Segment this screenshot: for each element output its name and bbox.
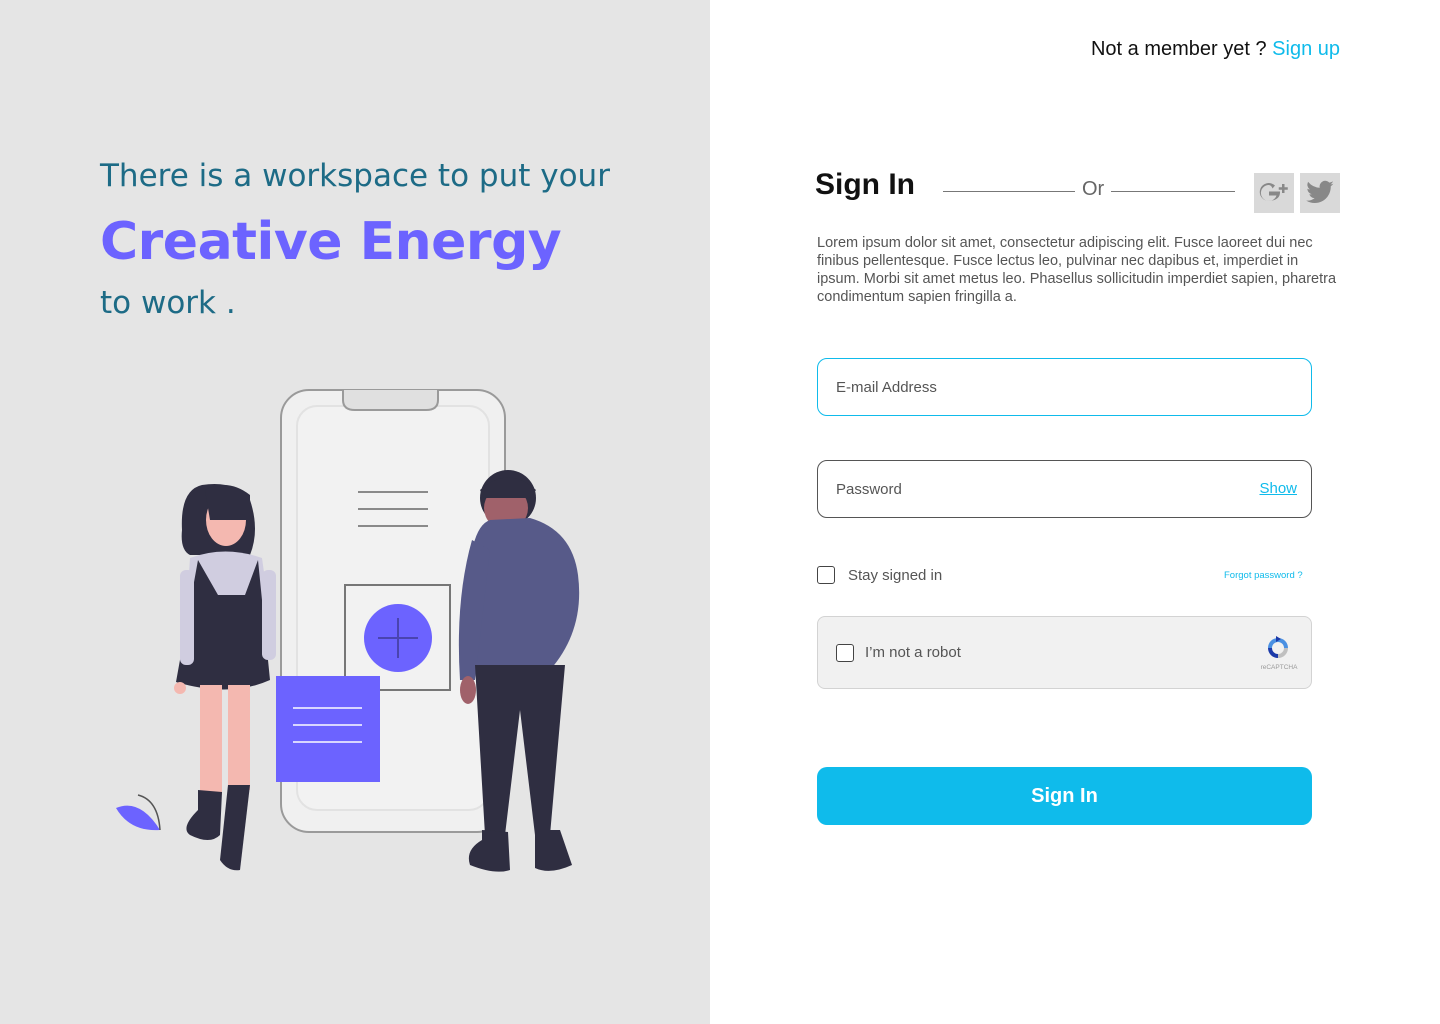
show-password-link[interactable]: Show [1259,480,1297,497]
google-plus-icon [1259,183,1288,202]
recaptcha-logo-icon [1268,636,1288,658]
form-title: Sign In [815,168,915,201]
or-divider: Or [943,178,1235,206]
left-panel: There is a workspace to put your Creativ… [0,0,710,1024]
recaptcha-checkbox[interactable] [836,644,854,662]
tagline-highlight: Creative Energy [100,212,562,272]
member-prompt: Not a member yet ? Sign up [1091,38,1340,61]
twitter-button[interactable] [1300,173,1340,213]
password-field: Show [817,460,1312,518]
sign-in-button[interactable]: Sign In [817,767,1312,825]
stay-signed-in-checkbox[interactable] [817,566,835,584]
forgot-password-link[interactable]: Forgot password ? [1224,570,1303,581]
password-input[interactable] [836,461,1236,517]
email-input[interactable] [836,359,1236,415]
signup-link[interactable]: Sign up [1272,38,1340,60]
divider-line-right [1111,191,1235,192]
or-label: Or [1082,178,1105,200]
recaptcha-label: I’m not a robot [865,644,961,661]
tagline-line-3: to work . [100,285,236,321]
right-panel: Not a member yet ? Sign up Sign In Or Lo… [710,0,1440,1024]
recaptcha-brand: reCAPTCHA [1260,664,1298,671]
divider-line-left [943,191,1075,192]
stay-signed-in: Stay signed in [817,565,942,585]
email-field [817,358,1312,416]
member-prompt-text: Not a member yet ? [1090,38,1273,60]
illustration [116,389,580,872]
twitter-icon [1306,180,1334,203]
recaptcha-widget: I’m not a robot reCAPTCHA [817,616,1312,689]
stay-signed-in-label: Stay signed in [848,566,943,584]
tagline-line-1: There is a workspace to put your [100,158,610,194]
form-description: Lorem ipsum dolor sit amet, consectetur … [817,235,1337,305]
google-plus-button[interactable] [1254,173,1294,213]
